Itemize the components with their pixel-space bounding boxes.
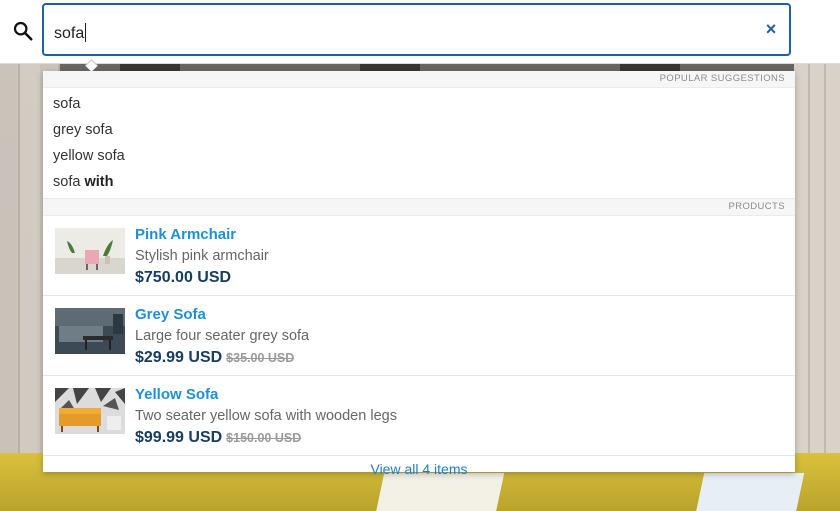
- suggestion-item[interactable]: yellow sofa: [43, 143, 795, 169]
- product-item-pink-armchair[interactable]: Pink Armchair Stylish pink armchair $750…: [43, 216, 795, 296]
- product-item-yellow-sofa[interactable]: Yellow Sofa Two seater yellow sofa with …: [43, 376, 795, 456]
- product-thumbnail[interactable]: [55, 308, 125, 354]
- suggestion-item[interactable]: sofa: [43, 91, 795, 117]
- search-input[interactable]: sofa ×: [42, 3, 791, 56]
- autocomplete-dropdown: POPULAR SUGGESTIONS sofa grey sofa yello…: [43, 71, 795, 477]
- product-price: $750.00 USD: [135, 269, 232, 286]
- product-name[interactable]: Yellow Sofa: [135, 386, 218, 403]
- suggestion-item[interactable]: grey sofa: [43, 117, 795, 143]
- suggestion-list: sofa grey sofa yellow sofa sofa with: [43, 88, 795, 198]
- product-thumbnail[interactable]: [55, 388, 125, 434]
- product-name[interactable]: Grey Sofa: [135, 306, 206, 323]
- search-icon[interactable]: [12, 20, 34, 42]
- product-price: $29.99 USD $35.00 USD: [135, 349, 295, 366]
- close-icon[interactable]: ×: [763, 20, 779, 38]
- search-bar: sofa ×: [0, 0, 840, 64]
- product-price: $99.99 USD $150.00 USD: [135, 429, 302, 446]
- product-old-price: $150.00 USD: [226, 431, 302, 445]
- products-header: PRODUCTS: [43, 198, 795, 216]
- view-all-link[interactable]: View all 4 items: [43, 456, 795, 482]
- product-description: Large four seater grey sofa: [135, 328, 310, 344]
- suggestions-header: POPULAR SUGGESTIONS: [43, 71, 795, 88]
- product-old-price: $35.00 USD: [226, 351, 295, 365]
- product-description: Stylish pink armchair: [135, 248, 269, 264]
- background-wall-right: [794, 63, 840, 511]
- text-caret: [85, 23, 87, 42]
- product-thumbnail[interactable]: [55, 228, 125, 274]
- product-item-grey-sofa[interactable]: Grey Sofa Large four seater grey sofa $2…: [43, 296, 795, 376]
- search-input-value[interactable]: sofa: [54, 23, 87, 43]
- suggestion-item[interactable]: sofa with: [43, 169, 795, 195]
- product-name[interactable]: Pink Armchair: [135, 226, 236, 243]
- product-description: Two seater yellow sofa with wooden legs: [135, 408, 397, 424]
